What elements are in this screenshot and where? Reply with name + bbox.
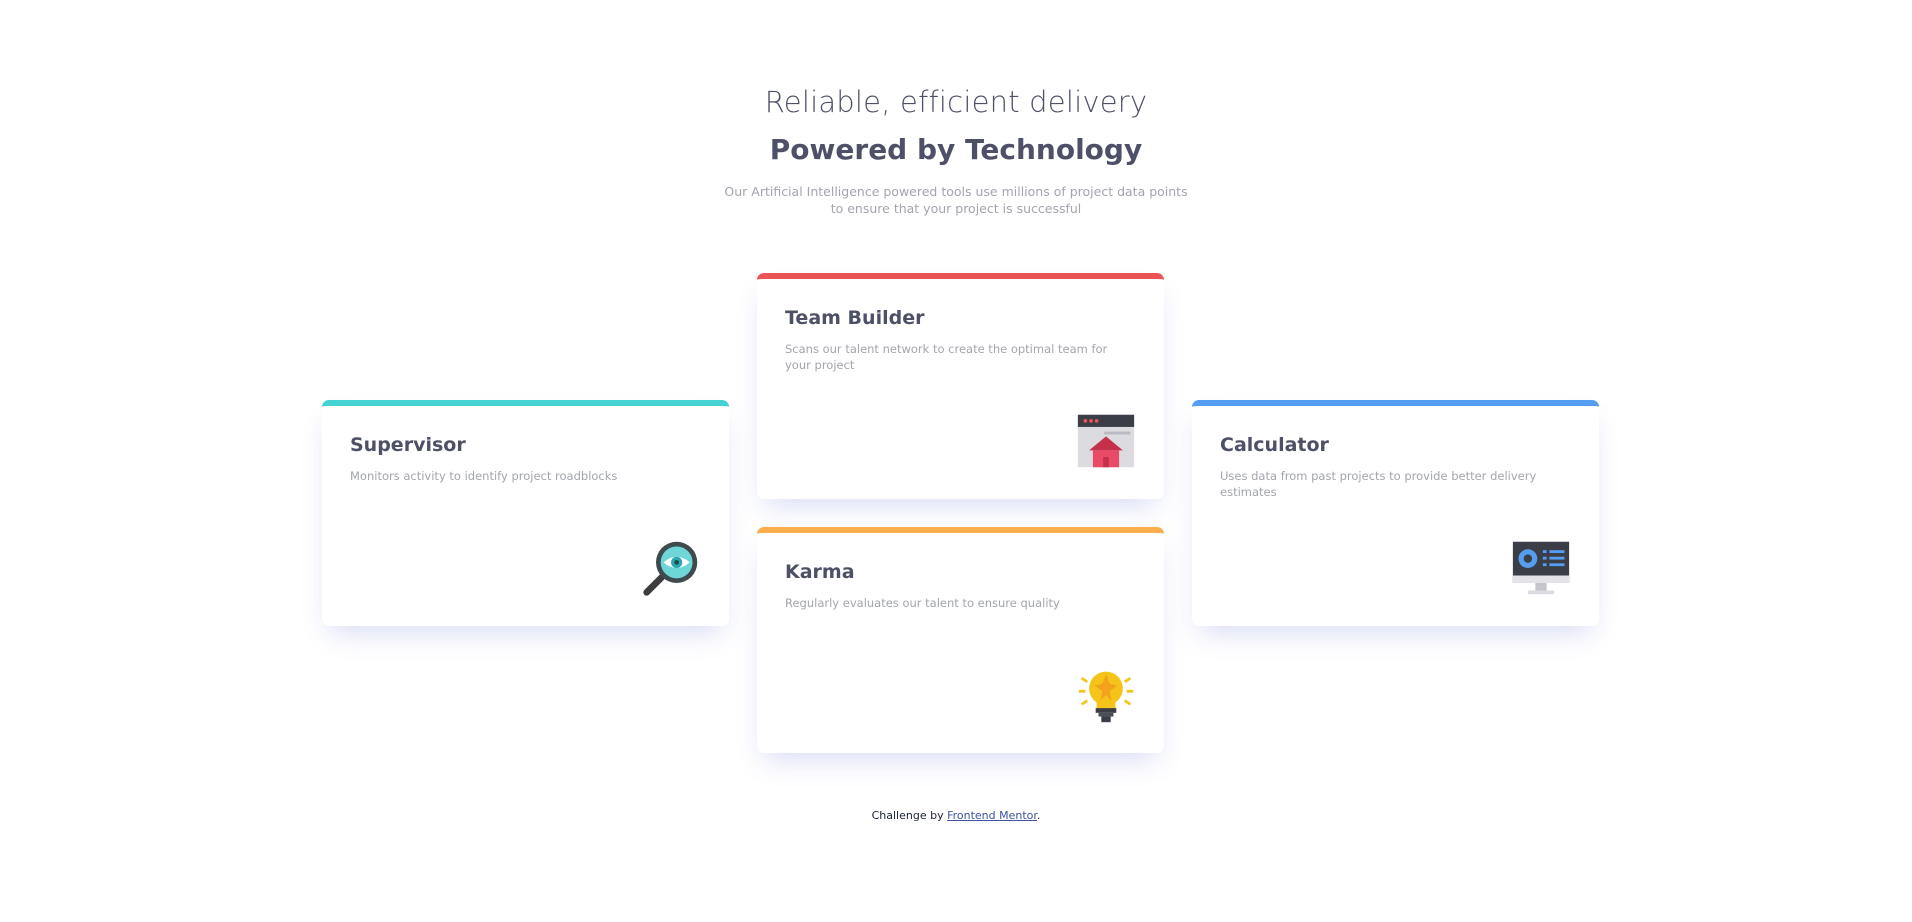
attribution-prefix: Challenge by [871, 809, 944, 822]
card-title: Calculator [1220, 434, 1329, 456]
card-title: Karma [785, 561, 855, 583]
card-supervisor: Supervisor Monitors activity to identify… [322, 400, 729, 626]
attribution-suffix: . [1036, 809, 1041, 822]
card-title: Supervisor [350, 434, 466, 456]
page: Reliable, efficient delivery Powered by … [0, 0, 1912, 922]
card-calculator: Calculator Uses data from past projects … [1192, 400, 1599, 626]
monitor-dashboard-icon [1511, 538, 1571, 598]
frontend-mentor-link[interactable]: Frontend Mentor [947, 809, 1037, 822]
card-description: Uses data from past projects to provide … [1220, 469, 1537, 499]
lightbulb-icon [1076, 665, 1136, 725]
card-description: Regularly evaluates our talent to ensure… [785, 596, 1060, 610]
page-subtitle: Reliable, efficient delivery [764, 85, 1148, 119]
card-title: Team Builder [785, 307, 925, 329]
card-team-builder: Team Builder Scans our talent network to… [757, 273, 1164, 499]
magnifier-eye-icon [641, 538, 701, 598]
card-karma: Karma Regularly evaluates our talent to … [757, 527, 1164, 753]
card-description: Scans our talent network to create the o… [785, 342, 1108, 372]
browser-house-icon [1076, 411, 1136, 471]
intro-text: Our Artificial Intelligence powered tool… [724, 184, 1188, 216]
card-description: Monitors activity to identify project ro… [350, 469, 618, 483]
section-header: Reliable, efficient delivery Powered by … [0, 82, 1912, 217]
page-title: Powered by Technology [769, 133, 1143, 166]
attribution: Challenge by Frontend Mentor. [0, 809, 1912, 822]
